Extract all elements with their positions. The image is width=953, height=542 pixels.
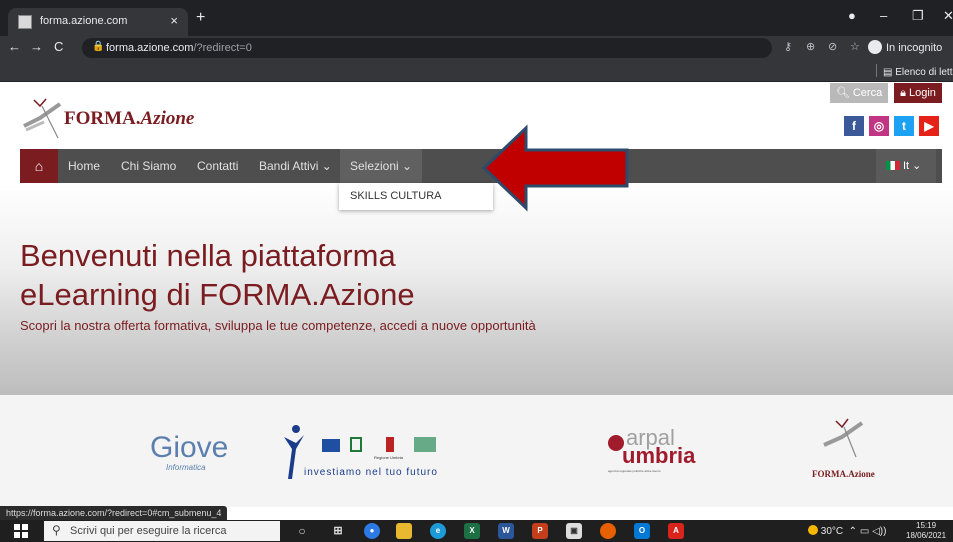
restore-button[interactable]: ❐ <box>912 8 924 24</box>
favicon-icon <box>18 15 32 29</box>
new-tab-button[interactable]: + <box>196 9 205 27</box>
nav-bandi-attivi[interactable]: Bandi Attivi ⌄ <box>259 149 332 183</box>
eu-flag-icon <box>322 439 340 452</box>
brand-name: FORMA.Azione <box>64 108 195 129</box>
system-tray[interactable]: 30°C ⌃ ▭ ◁)) <box>808 525 886 537</box>
windows-start-icon[interactable] <box>14 524 28 538</box>
url-text: forma.azione.com/?redirect=0 <box>106 42 252 54</box>
search-button[interactable]: 🔍︎ Cerca <box>830 83 888 103</box>
acrobat-icon[interactable]: A <box>668 523 684 539</box>
chrome-icon[interactable]: ● <box>364 523 380 539</box>
back-icon[interactable]: ← <box>8 39 21 54</box>
regione-emblem-icon <box>386 437 394 452</box>
lock-icon: 🔒 <box>92 41 105 52</box>
file-explorer-icon[interactable] <box>396 523 412 539</box>
hero-subtitle: Scopri la nostra offerta formativa, svil… <box>20 318 536 333</box>
twitter-icon[interactable]: t <box>894 116 914 136</box>
store-icon[interactable]: ▣ <box>566 523 582 539</box>
forma-logo-text: FORMA.Azione <box>812 469 875 479</box>
profile-icon[interactable]: ● <box>848 8 856 23</box>
word-icon[interactable]: W <box>498 523 514 539</box>
zoom-icon[interactable]: ⊕ <box>806 40 815 53</box>
giove-text: Giove <box>150 431 229 464</box>
login-button[interactable]: 🔒︎ Login <box>894 83 942 103</box>
fse-emblem-icon <box>414 437 436 452</box>
partners-logos: Giove Informatica Regione Umbria investi… <box>0 395 953 507</box>
cortana-icon[interactable]: ○ <box>294 523 310 539</box>
windows-taskbar: ⚲ Scrivi qui per eseguire la ricerca ○ ⊞… <box>0 520 953 542</box>
minimize-button[interactable]: – <box>880 8 887 23</box>
forma-azione-logo[interactable]: FORMA.Azione <box>808 417 880 481</box>
close-window-button[interactable]: ✕ <box>943 8 953 24</box>
incognito-icon <box>868 40 882 54</box>
giove-subtext: Informatica <box>166 463 206 472</box>
browser-tab[interactable]: forma.azione.com × <box>8 8 188 36</box>
language-selector[interactable]: It ⌄ <box>876 149 936 183</box>
incognito-indicator[interactable]: In incognito <box>868 40 942 54</box>
umbria-text: umbria <box>622 443 696 468</box>
quill-small-icon <box>823 418 864 458</box>
regione-text: Regione Umbria <box>374 455 403 460</box>
reading-list-button[interactable]: ▤ Elenco di lettura <box>876 64 953 78</box>
star-icon[interactable]: ☆ <box>850 40 860 53</box>
selezioni-dropdown: SKILLS CULTURA <box>339 183 493 210</box>
forward-icon[interactable]: → <box>30 39 43 54</box>
browser-tab-strip: forma.azione.com × + ● – ❐ ✕ <box>0 0 953 36</box>
reload-icon[interactable]: C <box>54 39 63 54</box>
fse-slogan: investiamo nel tuo futuro <box>304 467 438 478</box>
giove-logo[interactable]: Giove Informatica <box>150 425 240 475</box>
key-icon[interactable]: ⚷ <box>784 40 792 53</box>
task-view-icon[interactable]: ⊞ <box>330 523 346 539</box>
nav-home[interactable]: Home <box>68 149 100 183</box>
powerpoint-icon[interactable]: P <box>532 523 548 539</box>
browser-toolbar: ← → C 🔒 forma.azione.com/?redirect=0 ⚷ ⊕… <box>0 36 953 60</box>
dropdown-item-skills-cultura[interactable]: SKILLS CULTURA <box>350 190 442 202</box>
taskbar-search-input[interactable]: ⚲ Scrivi qui per eseguire la ricerca <box>44 521 280 541</box>
red-arrow-annotation <box>481 124 629 212</box>
search-placeholder: Scrivi qui per eseguire la ricerca <box>70 525 227 537</box>
status-url: https://forma.azione.com/?redirect=0#cm_… <box>0 506 228 520</box>
nav-selezioni[interactable]: Selezioni ⌄ <box>340 149 423 183</box>
nav-chi-siamo[interactable]: Chi Siamo <box>121 149 176 183</box>
italy-flag-icon <box>886 161 900 170</box>
weather-icon <box>808 525 818 535</box>
address-bar[interactable]: 🔒 forma.azione.com/?redirect=0 <box>82 38 772 58</box>
tab-close-icon[interactable]: × <box>170 13 178 28</box>
hero-title: Benvenuti nella piattaforma eLearning di… <box>20 238 415 312</box>
nav-contatti[interactable]: Contatti <box>197 149 238 183</box>
outlook-icon[interactable]: O <box>634 523 650 539</box>
facebook-icon[interactable]: f <box>844 116 864 136</box>
site-logo[interactable]: FORMA.Azione <box>20 96 210 144</box>
repubblica-emblem-icon <box>350 437 362 452</box>
arpal-subtext: agenzia regionale politiche attive lavor… <box>608 469 661 473</box>
home-icon[interactable]: ⌂ <box>20 149 58 183</box>
excel-icon[interactable]: X <box>464 523 480 539</box>
bookmarks-bar: ▤ Elenco di lettura <box>0 60 953 82</box>
tracking-icon[interactable]: ⊘ <box>828 40 837 53</box>
arpal-umbria-logo[interactable]: arpal umbria agenzia regionale politiche… <box>608 425 698 479</box>
fse-logo[interactable]: Regione Umbria investiamo nel tuo futuro <box>282 423 478 483</box>
taskbar-clock[interactable]: 15:19 18/06/2021 <box>906 521 946 541</box>
fse-figure-icon <box>284 425 304 479</box>
firefox-icon[interactable] <box>600 523 616 539</box>
edge-icon[interactable]: e <box>430 523 446 539</box>
youtube-icon[interactable]: ▶ <box>919 116 939 136</box>
tab-title: forma.azione.com <box>40 15 128 27</box>
search-icon: ⚲ <box>52 523 61 537</box>
quill-logo-icon <box>23 98 62 139</box>
instagram-icon[interactable]: ◎ <box>869 116 889 136</box>
